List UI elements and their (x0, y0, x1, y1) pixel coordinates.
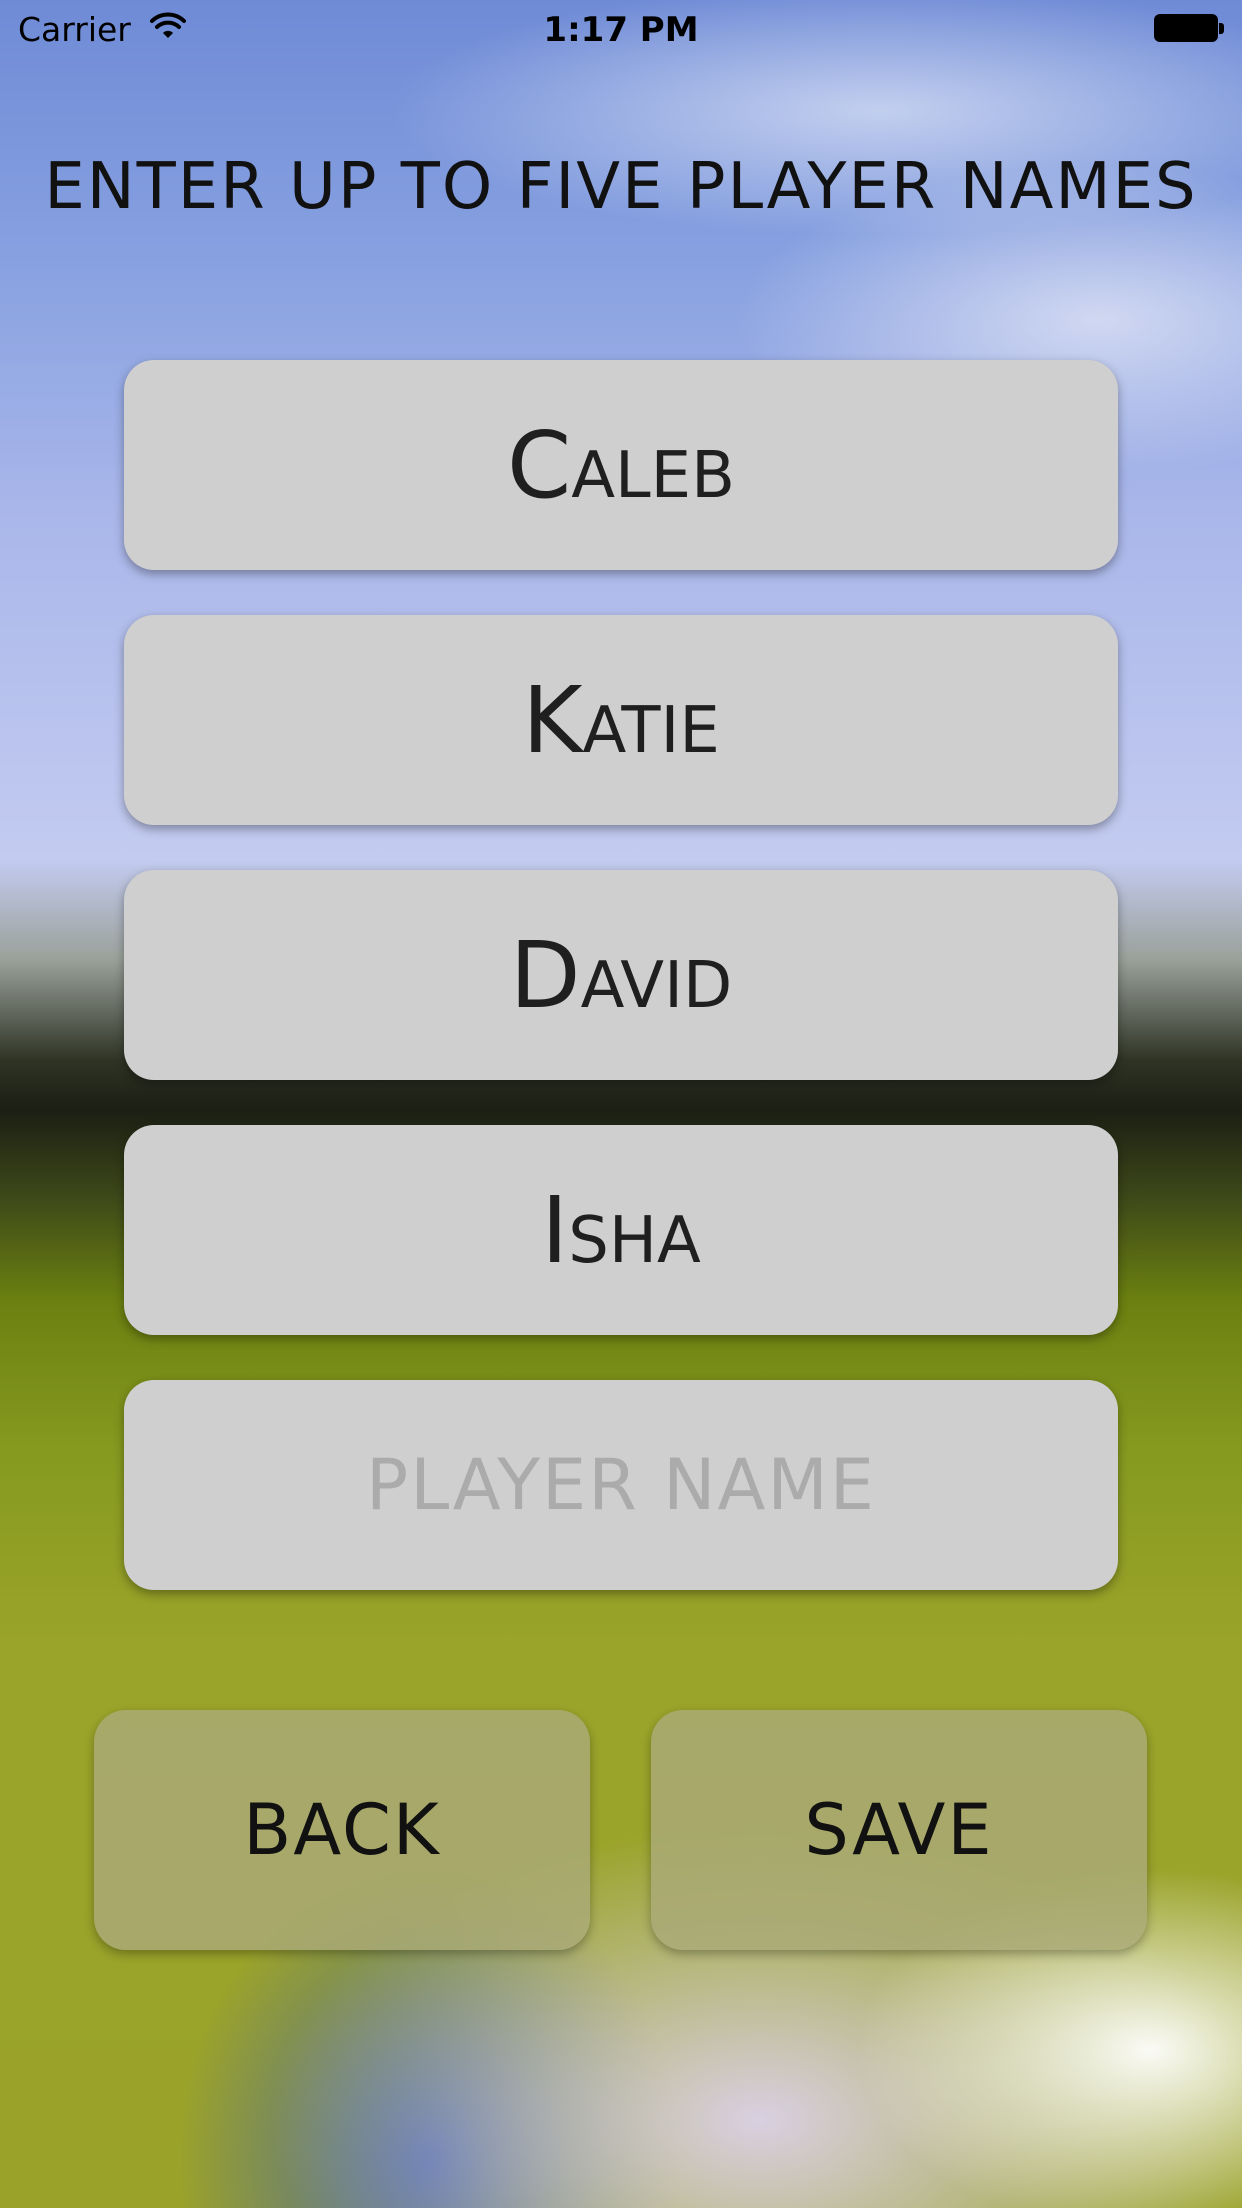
player-name-field-5[interactable]: PLAYER NAME (124, 1380, 1118, 1590)
save-button-label: SAVE (804, 1789, 994, 1871)
player-name-value: Isha (541, 1176, 701, 1284)
save-button[interactable]: SAVE (651, 1710, 1147, 1950)
status-time: 1:17 PM (543, 10, 699, 50)
back-button[interactable]: BACK (94, 1710, 590, 1950)
player-name-field-4[interactable]: Isha (124, 1125, 1118, 1335)
player-name-placeholder: PLAYER NAME (365, 1444, 877, 1526)
player-name-value: Katie (522, 666, 720, 774)
player-name-value: David (509, 921, 733, 1029)
player-name-field-3[interactable]: David (124, 870, 1118, 1080)
player-name-field-2[interactable]: Katie (124, 615, 1118, 825)
player-name-field-1[interactable]: Caleb (124, 360, 1118, 570)
player-name-value: Caleb (506, 411, 736, 519)
battery-icon (1154, 14, 1224, 44)
back-button-label: BACK (243, 1789, 441, 1871)
page-title: ENTER UP TO FIVE PLAYER NAMES (44, 150, 1198, 224)
status-bar: Carrier 1:17 PM (0, 0, 1242, 60)
